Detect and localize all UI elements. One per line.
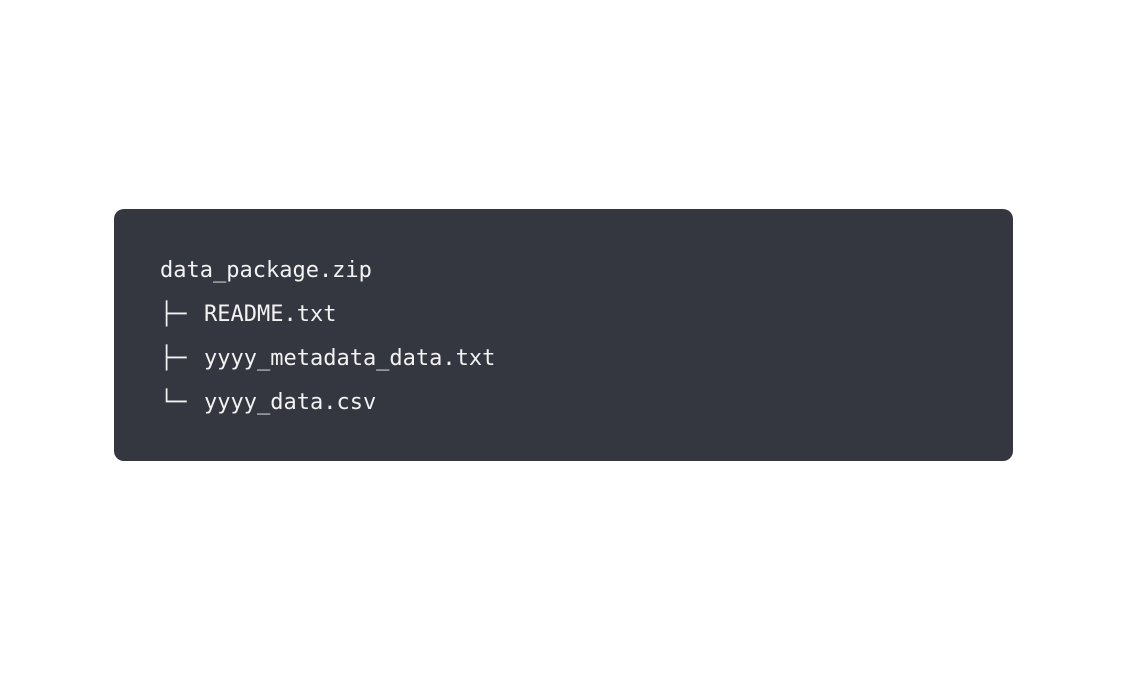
tree-root: data_package.zip <box>160 253 1013 297</box>
page: data_package.zip ├─ README.txt ├─ yyyy_met… <box>0 0 1125 679</box>
root-filename: data_package.zip <box>160 258 372 283</box>
branch-connector: ├─ <box>160 302 187 327</box>
branch-connector: ├─ <box>160 346 187 371</box>
code-block: data_package.zip ├─ README.txt ├─ yyyy_met… <box>114 209 1013 461</box>
tree-entry-metadata: ├─ yyyy_metadata_data.txt <box>160 341 1013 385</box>
file-tree: data_package.zip ├─ README.txt ├─ yyyy_met… <box>160 253 1013 429</box>
entry-filename: README.txt <box>204 302 337 327</box>
entry-filename: yyyy_metadata_data.txt <box>204 346 496 371</box>
entry-filename: yyyy_data.csv <box>204 390 377 415</box>
tree-entry-data: └─ yyyy_data.csv <box>160 385 1013 429</box>
tree-entry-readme: ├─ README.txt <box>160 297 1013 341</box>
branch-connector: └─ <box>160 390 187 415</box>
